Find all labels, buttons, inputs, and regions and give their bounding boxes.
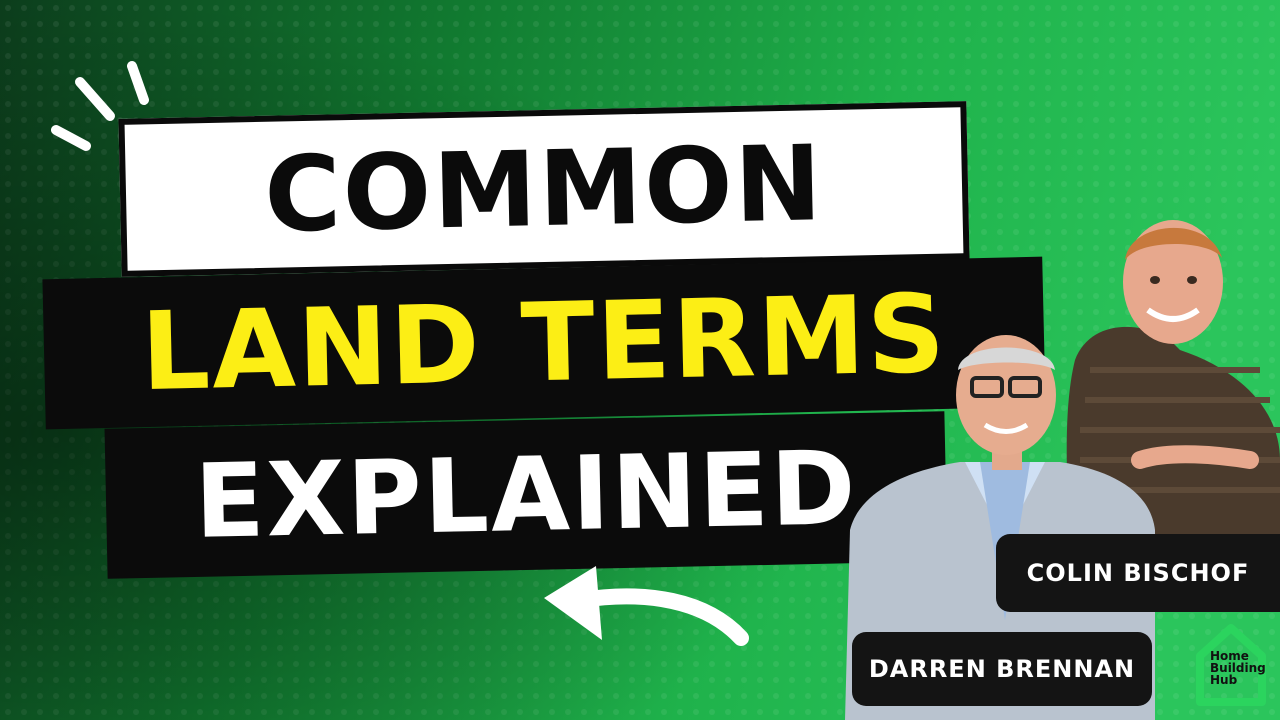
headline-line2: LAND TERMS bbox=[139, 271, 949, 415]
name-tag-colin: COLIN BISCHOF bbox=[996, 534, 1280, 612]
logo-line3: Hub bbox=[1210, 673, 1238, 687]
name-tag-darren: DARREN BRENNAN bbox=[852, 632, 1152, 706]
headline-line3: EXPLAINED bbox=[193, 428, 859, 562]
brand-logo-text: Home Building Hub bbox=[1210, 650, 1270, 686]
presenter-name-colin: COLIN BISCHOF bbox=[1026, 559, 1250, 587]
presenter-name-darren: DARREN BRENNAN bbox=[868, 655, 1136, 683]
headline-line1: COMMON bbox=[263, 122, 825, 256]
headline-line3-box: EXPLAINED bbox=[104, 411, 948, 579]
curved-arrow-icon bbox=[544, 566, 749, 646]
